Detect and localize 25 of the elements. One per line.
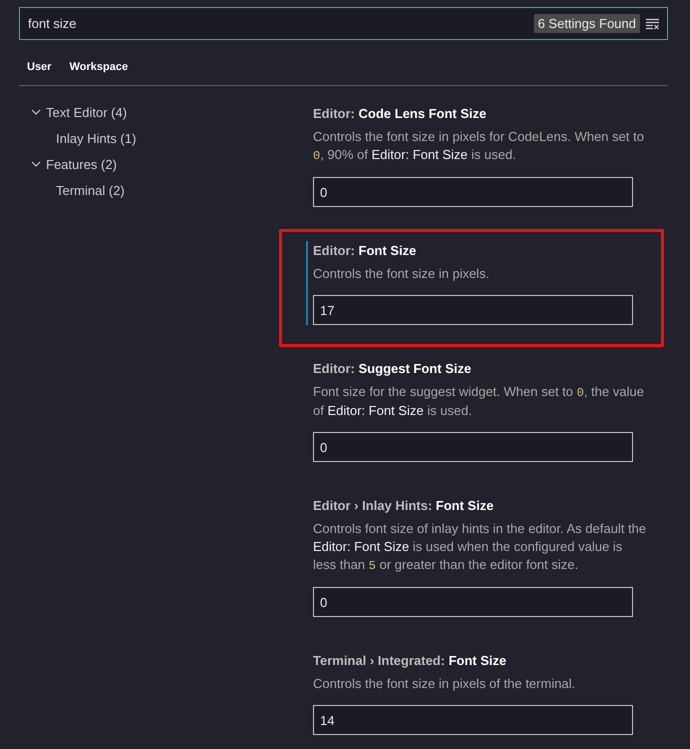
tree-item[interactable]: Inlay Hints (1) xyxy=(0,125,136,151)
setting-description: Controls the font size in pixels for CodeLens. When set to 0, 90% of Editor: Font Size is used. xyxy=(313,128,645,165)
tree-item[interactable]: Text Editor (4) xyxy=(0,99,127,125)
setting-input[interactable]: 0 xyxy=(313,587,633,617)
scope-tab[interactable]: Workspace xyxy=(61,61,136,73)
setting-input[interactable]: 17 xyxy=(313,295,633,325)
setting-title: Editor › Inlay Hints: Font Size xyxy=(313,497,495,515)
setting-title: Editor: Suggest Font Size xyxy=(313,360,472,378)
setting-description: Font size for the suggest widget. When set to 0, the value of Editor: Font Size is used. xyxy=(313,383,645,420)
setting-description: Controls the font size in pixels. xyxy=(313,265,490,283)
chevron-icon xyxy=(31,107,41,117)
setting-title: Editor: Font Size xyxy=(313,242,418,260)
clear-filter-icon[interactable] xyxy=(646,18,660,30)
setting-title: Editor: Code Lens Font Size xyxy=(313,105,488,123)
tree-item[interactable]: Terminal (2) xyxy=(0,177,125,203)
scope-tab[interactable]: User xyxy=(19,61,60,73)
setting-input[interactable]: 14 xyxy=(313,705,633,735)
setting-description: Controls font size of inlay hints in the editor. As default the Editor: Font Size is used when the configured value is less than 5 or greater than the editor font size. xyxy=(313,520,647,575)
chevron-icon xyxy=(31,159,41,169)
setting-input[interactable]: 0 xyxy=(313,432,633,462)
setting-title: Terminal › Integrated: Font Size xyxy=(313,652,508,670)
setting-input[interactable]: 0 xyxy=(313,177,633,207)
tree-item[interactable]: Features (2) xyxy=(0,151,117,177)
result-count: 6 Settings Found xyxy=(534,14,640,33)
setting-description: Controls the font size in pixels of the terminal. xyxy=(313,675,576,693)
